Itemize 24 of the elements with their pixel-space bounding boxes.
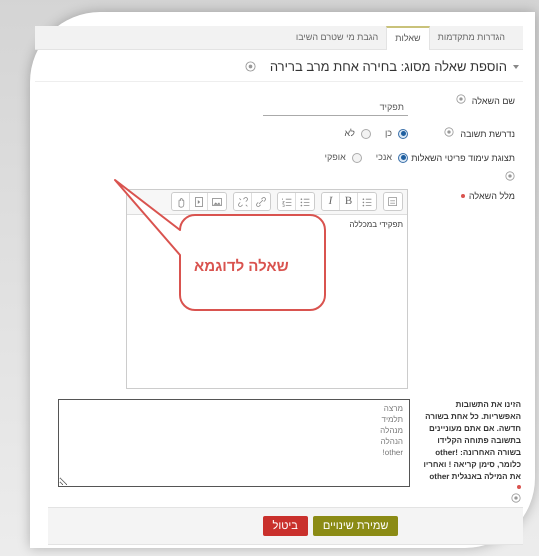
name-field[interactable]: תפקיד [263,98,408,116]
help-icon[interactable] [444,126,454,136]
field-label: תצוגת עימוד פריטי השאלות [411,152,515,164]
italic-button[interactable]: I [322,193,340,210]
help-icon[interactable] [456,94,466,104]
callout-text: שאלה לדוגמא [194,257,289,277]
tab[interactable]: הגדרות מתקדמות [430,26,513,50]
bold-button[interactable]: B [340,193,358,210]
collapse-caret-icon[interactable] [513,64,519,69]
tab[interactable]: שאלות [386,26,430,50]
field-label: שם השאלה [472,94,515,108]
radio-label: לא [344,126,355,140]
form-heading: הוספת שאלה מסוג: בחירה אחת מרב ברירה [270,58,507,76]
radio-label: כן [384,126,392,140]
cancel-button[interactable]: ביטול [262,516,308,536]
radio-label: אנכי [376,150,392,164]
help-icon[interactable] [505,170,515,180]
save-button[interactable]: שמירת שינויים [312,516,398,536]
help-icon[interactable] [511,492,521,502]
field-label: נדרשת תשובה [460,128,515,140]
tab[interactable]: הגבת מי שטרם השיבו [288,26,386,50]
editor-content: תפקידי במכללה [348,218,404,230]
field-label: מלל השאלה [468,190,515,202]
radio-label: אופקי [324,150,346,164]
